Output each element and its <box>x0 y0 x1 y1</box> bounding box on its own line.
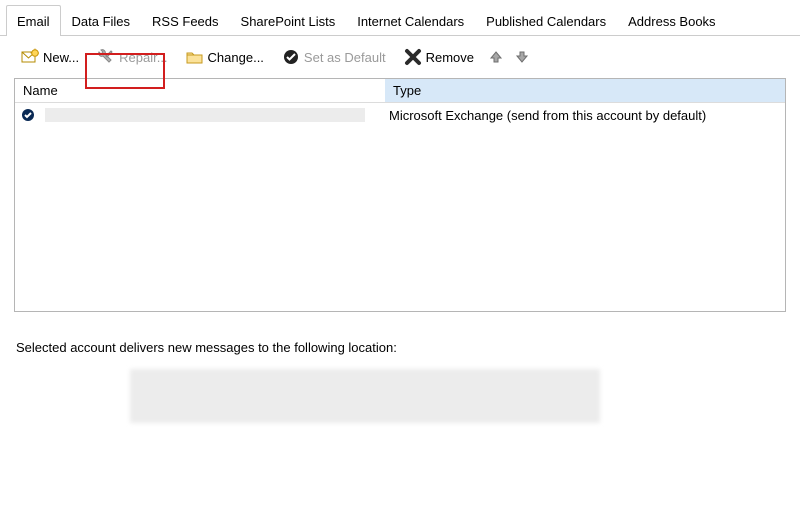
arrow-down-icon <box>515 50 529 64</box>
col-type-label: Type <box>393 83 421 98</box>
wrench-icon <box>97 48 115 66</box>
list-body: Microsoft Exchange (send from this accou… <box>15 103 785 311</box>
set-default-label: Set as Default <box>304 50 386 65</box>
delivery-location-label: Selected account delivers new messages t… <box>16 340 784 355</box>
new-button[interactable]: New... <box>14 44 86 70</box>
move-up-button[interactable] <box>485 46 507 68</box>
col-name-label: Name <box>23 83 58 98</box>
move-down-button[interactable] <box>511 46 533 68</box>
remove-button[interactable]: Remove <box>397 44 481 70</box>
accounts-list: Name Type Microsoft Exchange (send from … <box>14 78 786 312</box>
tabstrip: Email Data Files RSS Feeds SharePoint Li… <box>0 0 800 36</box>
row-type-cell: Microsoft Exchange (send from this accou… <box>385 108 785 123</box>
folder-icon <box>186 48 204 66</box>
tab-label: Data Files <box>72 14 131 29</box>
column-header-name[interactable]: Name <box>15 79 385 103</box>
tab-label: SharePoint Lists <box>241 14 336 29</box>
tab-label: Published Calendars <box>486 14 606 29</box>
arrow-up-icon <box>489 50 503 64</box>
set-default-button[interactable]: Set as Default <box>275 44 393 70</box>
repair-label: Repair... <box>119 50 167 65</box>
x-icon <box>404 48 422 66</box>
tab-label: Email <box>17 14 50 29</box>
change-button[interactable]: Change... <box>179 44 271 70</box>
row-type-label: Microsoft Exchange (send from this accou… <box>389 108 706 123</box>
tab-data-files[interactable]: Data Files <box>61 5 142 36</box>
new-mail-icon <box>21 48 39 66</box>
tab-rss-feeds[interactable]: RSS Feeds <box>141 5 229 36</box>
tab-sharepoint-lists[interactable]: SharePoint Lists <box>230 5 347 36</box>
toolbar: New... Repair... Change... Set as Defaul… <box>0 36 800 78</box>
row-name-blurred <box>45 108 365 122</box>
tab-label: RSS Feeds <box>152 14 218 29</box>
column-header-row: Name Type <box>15 79 785 103</box>
tab-email[interactable]: Email <box>6 5 61 36</box>
tab-label: Internet Calendars <box>357 14 464 29</box>
tab-address-books[interactable]: Address Books <box>617 5 726 36</box>
delivery-location-blurred <box>130 369 600 423</box>
table-row[interactable]: Microsoft Exchange (send from this accou… <box>15 103 785 127</box>
check-circle-icon <box>282 48 300 66</box>
tab-label: Address Books <box>628 14 715 29</box>
column-header-type[interactable]: Type <box>385 79 785 103</box>
row-name-cell <box>15 108 385 122</box>
new-label: New... <box>43 50 79 65</box>
tab-internet-calendars[interactable]: Internet Calendars <box>346 5 475 36</box>
remove-label: Remove <box>426 50 474 65</box>
tab-published-calendars[interactable]: Published Calendars <box>475 5 617 36</box>
repair-button[interactable]: Repair... <box>90 44 174 70</box>
row-check-icon <box>21 108 35 122</box>
change-label: Change... <box>208 50 264 65</box>
